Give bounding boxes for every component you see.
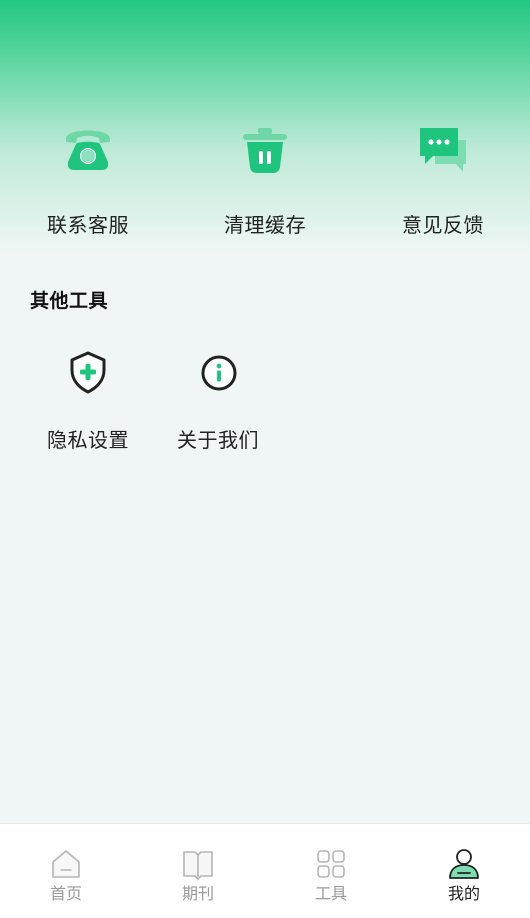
about-us-button[interactable]: 关于我们	[158, 348, 278, 458]
tab-tools[interactable]: 工具	[265, 824, 397, 918]
feedback-label: 意见反馈	[402, 213, 484, 237]
privacy-settings-button[interactable]: 隐私设置	[28, 348, 148, 458]
trash-icon	[243, 128, 287, 173]
book-icon	[183, 851, 213, 880]
feedback-button[interactable]: 意见反馈	[373, 118, 513, 238]
tab-mine[interactable]: 我的	[398, 824, 530, 918]
contact-service-label: 联系客服	[47, 213, 129, 237]
clear-cache-label: 清理缓存	[224, 213, 306, 237]
grid-icon	[317, 850, 345, 878]
contact-service-button[interactable]: 联系客服	[18, 118, 158, 238]
phone-icon	[66, 130, 110, 170]
bottom-tab-bar: 首页 期刊 工具 我的	[0, 823, 530, 918]
about-us-label: 关于我们	[177, 428, 259, 452]
quick-actions: 联系客服 清理缓存 意见反馈	[0, 118, 530, 248]
tab-journals[interactable]: 期刊	[132, 824, 264, 918]
privacy-settings-label: 隐私设置	[47, 428, 129, 452]
user-icon	[449, 849, 479, 879]
shield-icon	[70, 351, 106, 394]
info-icon	[201, 355, 237, 391]
clear-cache-button[interactable]: 清理缓存	[195, 118, 335, 238]
tab-home[interactable]: 首页	[0, 824, 132, 918]
tab-mine-label: 我的	[447, 884, 480, 903]
other-tools-title: 其他工具	[30, 290, 109, 312]
tab-tools-label: 工具	[314, 884, 347, 903]
tab-journals-label: 期刊	[181, 884, 214, 903]
home-icon	[52, 850, 80, 878]
tab-home-label: 首页	[49, 884, 82, 903]
chat-icon	[420, 128, 466, 172]
